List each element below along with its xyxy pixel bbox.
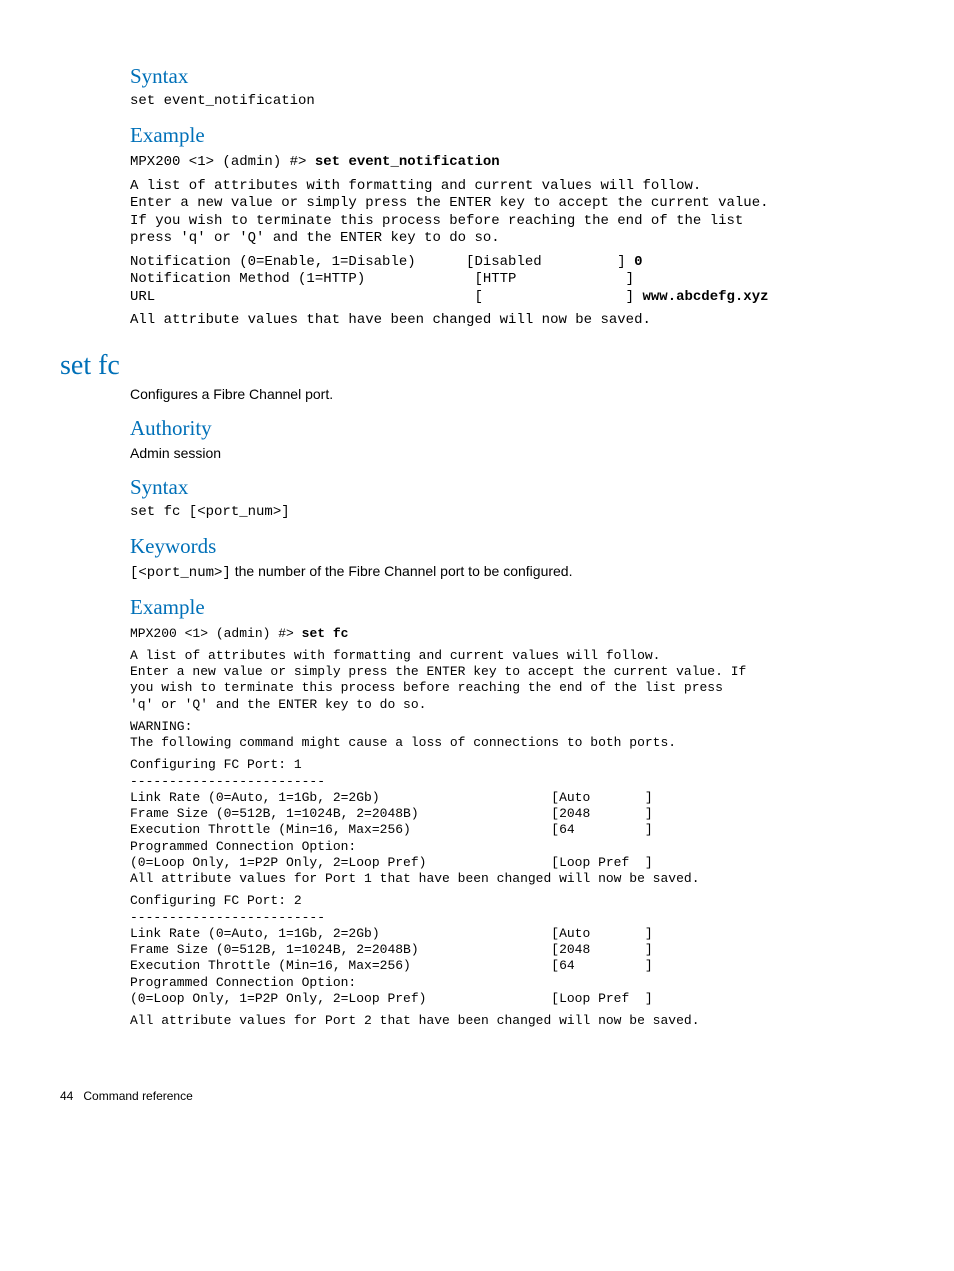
example-heading: Example	[130, 595, 894, 620]
example-attributes: Notification (0=Enable, 1=Disable) [Disa…	[130, 254, 894, 307]
keywords-heading: Keywords	[130, 534, 894, 559]
example-prompt-line: MPX200 <1> (admin) #> set fc	[130, 626, 894, 642]
example-warning: WARNING: The following command might cau…	[130, 719, 894, 752]
example-heading: Example	[130, 123, 894, 148]
authority-heading: Authority	[130, 416, 894, 441]
example-prompt: MPX200 <1> (admin) #>	[130, 626, 302, 641]
footer-title: Command reference	[83, 1089, 192, 1103]
example-prompt: MPX200 <1> (admin) #>	[130, 154, 315, 170]
set-fc-title: set fc	[60, 350, 894, 382]
notification-input: 0	[634, 254, 642, 270]
syntax-heading: Syntax	[130, 64, 894, 89]
example-saved-msg-2: All attribute values for Port 2 that hav…	[130, 1013, 894, 1029]
example-prompt-line: MPX200 <1> (admin) #> set event_notifica…	[130, 154, 894, 172]
set-fc-section: Configures a Fibre Channel port. Authori…	[60, 386, 894, 1030]
notification-row: Notification (0=Enable, 1=Disable) [Disa…	[130, 254, 634, 270]
keyword-code: [<port_num>]	[130, 565, 231, 581]
syntax-code: set event_notification	[130, 93, 894, 109]
url-row-label: URL [ ]	[130, 289, 642, 305]
example-command: set fc	[302, 626, 349, 641]
set-event-notification-section: Syntax set event_notification Example MP…	[60, 64, 894, 330]
syntax-code: set fc [<port_num>]	[130, 504, 894, 520]
syntax-heading: Syntax	[130, 475, 894, 500]
example-intro: A list of attributes with formatting and…	[130, 648, 894, 713]
set-fc-description: Configures a Fibre Channel port.	[130, 386, 894, 402]
notification-method-row: Notification Method (1=HTTP) [HTTP ]	[130, 271, 634, 287]
example-command: set event_notification	[315, 154, 500, 170]
example-intro: A list of attributes with formatting and…	[130, 178, 894, 248]
example-port2: Configuring FC Port: 2 -----------------…	[130, 893, 894, 1007]
page-footer: 44 Command reference	[60, 1089, 894, 1103]
keyword-line: [<port_num>] the number of the Fibre Cha…	[130, 563, 894, 581]
example-port1: Configuring FC Port: 1 -----------------…	[130, 757, 894, 887]
url-input: www.abcdefg.xyz	[642, 289, 768, 305]
page-number: 44	[60, 1089, 73, 1103]
keyword-text: the number of the Fibre Channel port to …	[231, 563, 573, 579]
authority-text: Admin session	[130, 445, 894, 461]
example-saved-msg: All attribute values that have been chan…	[130, 312, 894, 330]
